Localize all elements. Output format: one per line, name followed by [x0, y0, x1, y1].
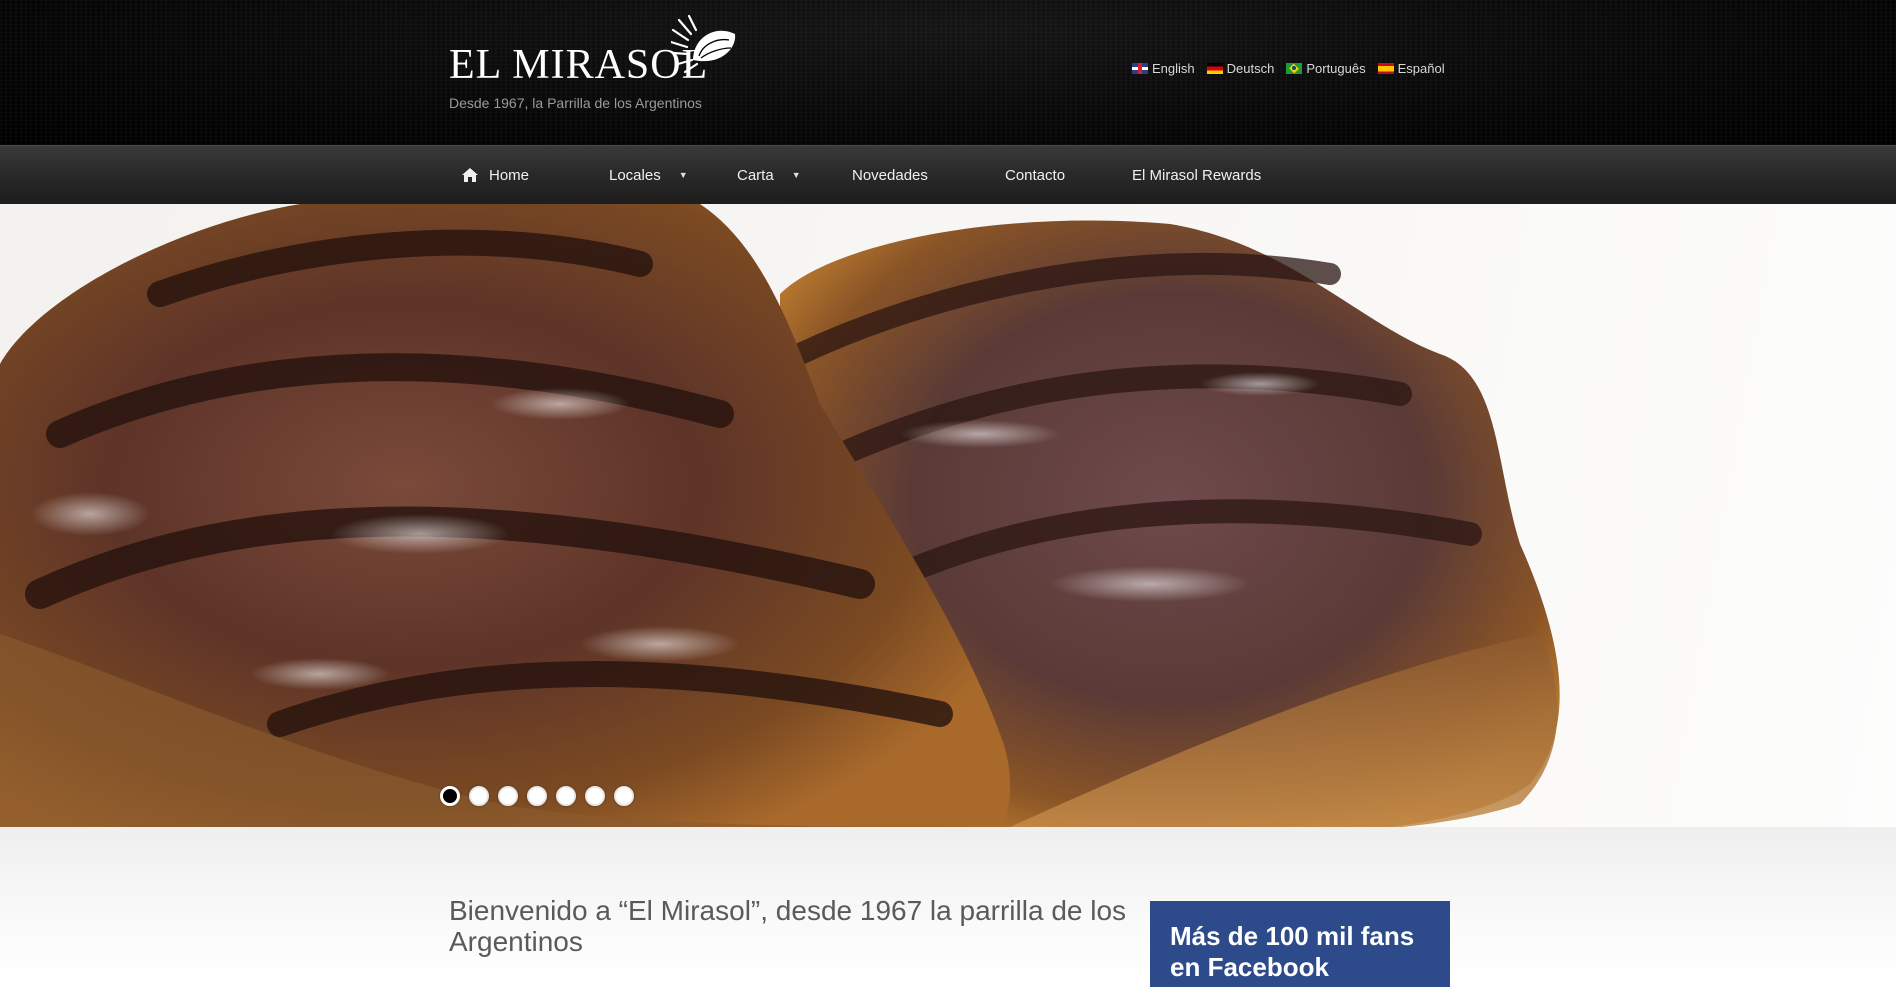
germany-flag-icon — [1206, 62, 1223, 74]
grilled-steaks-photo — [0, 204, 1560, 827]
slider-dot[interactable] — [614, 786, 634, 806]
language-deutsch-link[interactable]: Deutsch — [1206, 60, 1275, 76]
welcome-heading: Bienvenido a “El Mirasol”, desde 1967 la… — [449, 895, 1127, 957]
sunflower-logo-icon — [671, 14, 736, 74]
nav-item-novedades[interactable]: Novedades — [852, 146, 928, 204]
home-icon — [462, 168, 478, 182]
slider-dot[interactable] — [527, 786, 547, 806]
nav-item-carta[interactable]: Carta ▼ — [737, 146, 801, 204]
language-label: Português — [1306, 60, 1366, 76]
brazil-flag-icon — [1286, 62, 1303, 74]
language-label: English — [1152, 60, 1195, 76]
slider-dot[interactable] — [440, 786, 460, 806]
spain-flag-icon — [1377, 62, 1394, 74]
slider-pagination — [440, 786, 634, 806]
nav-item-label: Carta — [737, 166, 774, 184]
nav-item-contacto[interactable]: Contacto — [1005, 146, 1065, 204]
nav-item-label: Locales — [609, 166, 661, 184]
site-header: EL MIRASOL Desde 1967, la Parrilla de lo… — [0, 0, 1896, 145]
site-logo[interactable]: EL MIRASOL — [449, 14, 769, 94]
language-portugues-link[interactable]: Português — [1286, 60, 1366, 76]
nav-item-label: Home — [489, 166, 530, 184]
slider-dot[interactable] — [556, 786, 576, 806]
site-tagline: Desde 1967, la Parrilla de los Argentino… — [449, 95, 702, 111]
slider-dot[interactable] — [469, 786, 489, 806]
nav-item-locales[interactable]: Locales ▼ — [609, 146, 688, 204]
nav-item-rewards[interactable]: El Mirasol Rewards — [1132, 146, 1261, 204]
language-switcher: English Deutsch Português Español — [1132, 60, 1445, 76]
nav-item-label: Contacto — [1005, 166, 1066, 184]
language-label: Español — [1397, 60, 1445, 76]
brand-name: EL MIRASOL — [449, 42, 709, 88]
caret-down-icon: ▼ — [678, 170, 688, 180]
facebook-widget-title: Más de 100 mil fans en Facebook — [1170, 921, 1415, 982]
facebook-widget[interactable]: Más de 100 mil fans en Facebook — [1150, 901, 1450, 987]
slider-dot[interactable] — [498, 786, 518, 806]
nav-item-label: Novedades — [852, 166, 928, 184]
language-label: Deutsch — [1226, 60, 1275, 76]
nav-item-label: El Mirasol Rewards — [1132, 166, 1262, 184]
main-navigation: Home Locales ▼ Carta ▼ Novedades Contact… — [0, 145, 1896, 204]
slider-dot[interactable] — [585, 786, 605, 806]
language-english-link[interactable]: English — [1132, 61, 1195, 76]
hero-slider — [0, 204, 1896, 827]
language-espanol-link[interactable]: Español — [1377, 60, 1445, 76]
uk-flag-icon — [1132, 62, 1148, 74]
nav-item-home[interactable]: Home — [461, 146, 529, 204]
caret-down-icon: ▼ — [791, 170, 801, 180]
